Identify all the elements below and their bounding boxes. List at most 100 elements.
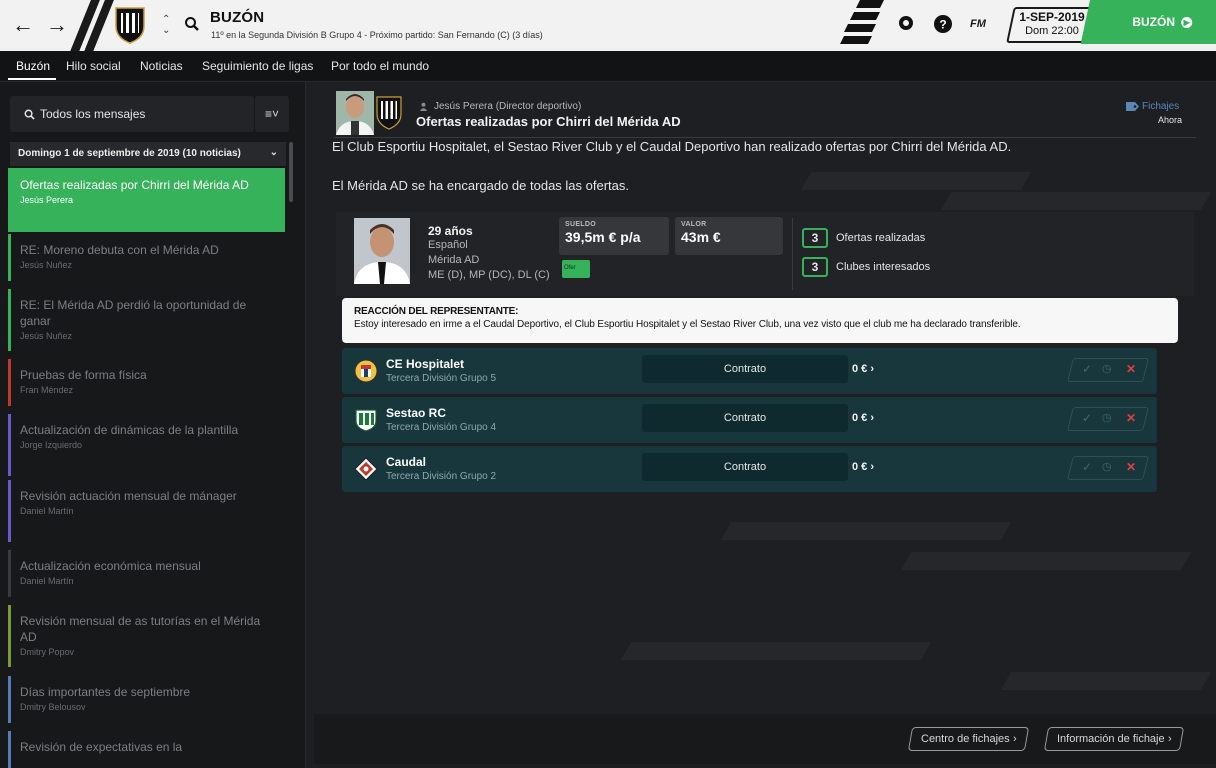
- message-list-item[interactable]: RE: Moreno debuta con el Mérida AD Jesús …: [8, 233, 285, 282]
- fee-value: 0 €: [852, 363, 868, 375]
- tab-seguimiento-ligas[interactable]: Seguimiento de ligas: [202, 59, 313, 73]
- ball-icon[interactable]: [898, 15, 914, 31]
- message-filter-label: Todos los mensajes: [40, 107, 146, 121]
- club-crest-icon[interactable]: [354, 457, 378, 481]
- message-item-sender: Jorge Izquierdo: [20, 440, 83, 450]
- chevron-right-icon: ›: [870, 461, 875, 473]
- current-date: 1-SEP-2019 Dom 22:00: [1012, 11, 1092, 38]
- accept-icon[interactable]: ✓: [1082, 362, 1092, 376]
- offer-club-name[interactable]: CE Hospitalet: [386, 357, 464, 371]
- message-list-item[interactable]: Ofertas realizadas por Chirri del Mérida…: [8, 168, 285, 232]
- offer-club-division[interactable]: Tercera División Grupo 4: [386, 422, 496, 433]
- message-item-title: Revisión actuación mensual de mánager: [20, 489, 237, 503]
- value-label: VALOR: [681, 221, 707, 228]
- tab-bar: Buzón Hilo social Noticias Seguimiento d…: [0, 51, 1216, 82]
- active-tab-indicator: [8, 78, 56, 80]
- search-icon[interactable]: [184, 16, 200, 32]
- message-list-item[interactable]: Actualización de dinámicas de la plantil…: [8, 413, 285, 477]
- offer-status-tag[interactable]: Ofer: [562, 260, 590, 278]
- help-icon[interactable]: ?: [934, 15, 952, 33]
- accept-icon[interactable]: ✓: [1082, 411, 1092, 425]
- message-item-title: Días importantes de septiembre: [20, 685, 191, 699]
- clock-icon[interactable]: ◷: [1102, 460, 1112, 473]
- offer-club-name[interactable]: Caudal: [386, 455, 426, 469]
- sender-photo[interactable]: [336, 91, 374, 135]
- fm-menu-button[interactable]: FM: [970, 18, 986, 30]
- clubs-label: Clubes interesados: [836, 261, 931, 273]
- message-item-sender: Jesús Perera: [20, 195, 74, 205]
- message-item-sender: Dmitry Belousov: [20, 702, 86, 712]
- card-divider: [792, 218, 793, 290]
- reject-icon[interactable]: ✕: [1126, 362, 1136, 376]
- wage-stat: SUELDO 39,5m € p/a: [559, 217, 669, 255]
- offers-label: Ofertas realizadas: [836, 232, 926, 244]
- club-switch-icon[interactable]: ⌃ ⌄: [162, 14, 170, 36]
- message-list-item[interactable]: Revisión mensual de as tutorías en el Mé…: [8, 604, 285, 668]
- message-list-item[interactable]: RE: El Mérida AD perdió la oportunidad d…: [8, 288, 285, 352]
- search-icon: [24, 109, 35, 120]
- wage-label: SUELDO: [565, 221, 596, 228]
- message-item-title: Ofertas realizadas por Chirri del Mérida…: [20, 178, 249, 192]
- tag-icon: [1126, 102, 1139, 111]
- tab-hilo-social[interactable]: Hilo social: [66, 59, 121, 73]
- club-status-subtitle: 11º en la Segunda División B Grupo 4 - P…: [211, 30, 543, 40]
- club-crest-icon[interactable]: [376, 96, 402, 130]
- wage-value: 39,5m € p/a: [565, 229, 641, 245]
- club-crest-icon[interactable]: [354, 359, 378, 383]
- background-stripe: [900, 552, 1192, 570]
- message-item-title: Actualización económica mensual: [20, 559, 201, 573]
- back-arrow-icon[interactable]: ←: [12, 12, 34, 38]
- message-list-item[interactable]: Revisión actuación mensual de mánager Dan…: [8, 479, 285, 543]
- message-list-item[interactable]: Días importantes de septiembre Dmitry Bel…: [8, 675, 285, 724]
- message-item-title: Revisión mensual de as tutorías en el Mé…: [20, 614, 261, 644]
- contract-button[interactable]: Contrato: [642, 453, 848, 481]
- player-photo[interactable]: [354, 218, 410, 284]
- accept-icon[interactable]: ✓: [1082, 460, 1092, 474]
- message-list-item[interactable]: Pruebas de forma física Fran Méndez: [8, 358, 285, 407]
- reject-icon[interactable]: ✕: [1126, 460, 1136, 474]
- message-item-sender: Jesús Nuñez: [20, 260, 73, 270]
- player-club[interactable]: Mérida AD: [428, 254, 479, 266]
- value-value: 43m €: [681, 229, 721, 245]
- message-list-item[interactable]: Actualización económica mensual Daniel Ma…: [8, 549, 285, 598]
- message-item-title: RE: El Mérida AD perdió la oportunidad d…: [20, 298, 247, 328]
- player-nationality[interactable]: Español: [428, 239, 468, 251]
- sidebar-scrollbar[interactable]: [289, 142, 293, 202]
- agent-reaction-text: Estoy interesado en irme a el Caudal Dep…: [354, 319, 1021, 330]
- offer-club-division[interactable]: Tercera División Grupo 2: [386, 471, 496, 482]
- continue-label: BUZÓN: [1132, 15, 1176, 29]
- message-sidebar: Todos los mensajes ≡˅ Domingo 1 de septi…: [0, 82, 306, 768]
- reject-icon[interactable]: ✕: [1126, 411, 1136, 425]
- contract-button[interactable]: Contrato: [642, 404, 848, 432]
- transfer-centre-button[interactable]: Centro de fichajes ›: [907, 727, 1030, 751]
- transfer-info-button[interactable]: Información de fichaje ›: [1043, 727, 1185, 751]
- offer-club-name[interactable]: Sestao RC: [386, 406, 446, 420]
- message-item-title: Revisión de expectativas en la: [20, 740, 183, 754]
- club-crest-icon[interactable]: [354, 408, 378, 432]
- continue-button[interactable]: BUZÓN ▶: [1080, 0, 1216, 44]
- clock-icon[interactable]: ◷: [1102, 362, 1112, 375]
- offer-fee[interactable]: 0 € ›: [852, 363, 874, 375]
- forward-arrow-icon[interactable]: →: [46, 12, 68, 38]
- chevron-right-icon: ›: [1167, 733, 1172, 745]
- top-bar: ← → ⌃ ⌄ BUZÓN 11º en la Segunda División …: [0, 0, 1216, 51]
- contract-button[interactable]: Contrato: [642, 355, 848, 383]
- day-group-header[interactable]: Domingo 1 de septiembre de 2019 (10 noti…: [10, 142, 286, 166]
- chevron-right-icon: ›: [1012, 733, 1017, 745]
- offer-club-division[interactable]: Tercera División Grupo 5: [386, 373, 496, 384]
- background-stripe: [940, 192, 1212, 210]
- message-item-sender: Jesús Nuñez: [20, 331, 73, 341]
- tab-por-todo-el-mundo[interactable]: Por todo el mundo: [331, 59, 429, 73]
- tab-noticias[interactable]: Noticias: [140, 59, 183, 73]
- offer-fee[interactable]: 0 € ›: [852, 412, 874, 424]
- tab-buzon[interactable]: Buzón: [16, 59, 50, 73]
- category-link[interactable]: Fichajes: [1142, 101, 1179, 112]
- offer-fee[interactable]: 0 € ›: [852, 461, 874, 473]
- message-item-title: RE: Moreno debuta con el Mérida AD: [20, 243, 219, 257]
- message-list-item[interactable]: Revisión de expectativas en la: [8, 730, 285, 768]
- sort-menu-icon[interactable]: ≡˅: [255, 96, 289, 132]
- svg-text:?: ?: [939, 18, 946, 32]
- club-crest-icon[interactable]: [114, 6, 146, 44]
- clock-icon[interactable]: ◷: [1102, 411, 1112, 424]
- message-sender[interactable]: Jesús Perera (Director deportivo): [434, 101, 581, 112]
